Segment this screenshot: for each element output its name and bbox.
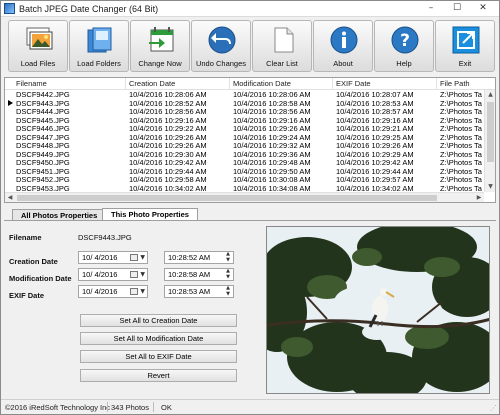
bird-photo-image bbox=[267, 227, 489, 393]
exif-time-field[interactable]: 10:28:53 AM ▲ ▼ bbox=[164, 285, 234, 298]
folder-icon bbox=[87, 27, 112, 53]
resize-grip-icon[interactable]: ⋰ bbox=[490, 404, 497, 412]
photo-count: 343 Photos bbox=[111, 403, 149, 412]
clear-list-label: Clear List bbox=[266, 59, 298, 68]
exit-button[interactable]: Exit bbox=[435, 20, 495, 72]
creation-time-value: 10:28:52 AM bbox=[168, 253, 211, 262]
info-icon bbox=[330, 26, 358, 54]
calendar-change-icon bbox=[149, 27, 174, 52]
scroll-thumb[interactable] bbox=[487, 102, 494, 162]
set-all-exif-button[interactable]: Set All to EXIF Date bbox=[80, 350, 237, 363]
column-modification-date[interactable]: Modification Date bbox=[233, 79, 291, 88]
change-now-label: Change Now bbox=[138, 59, 182, 68]
undo-icon bbox=[208, 26, 236, 54]
calendar-icon bbox=[130, 288, 138, 295]
filename-label: Filename bbox=[9, 233, 42, 242]
exif-date-value: 10/ 4/2016 bbox=[82, 287, 118, 296]
list-header: Filename Creation Date Modification Date… bbox=[5, 78, 495, 90]
properties-tabs: All Photos Properties This Photo Propert… bbox=[4, 208, 496, 220]
copyright-text: ©2016 iRedSoft Technology Inc bbox=[5, 403, 111, 412]
modification-date-picker[interactable]: 10/ 4/2016 ▼ bbox=[78, 268, 148, 281]
chevron-down-icon[interactable]: ▼ bbox=[140, 252, 145, 263]
undo-changes-button[interactable]: Undo Changes bbox=[191, 20, 251, 72]
calendar-icon bbox=[130, 271, 138, 278]
window-title: Batch JPEG Date Changer (64 Bit) bbox=[19, 4, 159, 14]
exif-date-label: EXIF Date bbox=[9, 291, 45, 300]
scroll-up-icon[interactable]: ▲ bbox=[485, 90, 495, 100]
column-filename[interactable]: Filename bbox=[16, 79, 47, 88]
hscroll-thumb[interactable] bbox=[17, 195, 437, 201]
chevron-down-icon[interactable]: ▼ bbox=[140, 286, 145, 297]
title-bar: Batch JPEG Date Changer (64 Bit) – ☐ ✕ bbox=[1, 1, 499, 17]
tab-this-photo-properties[interactable]: This Photo Properties bbox=[102, 208, 198, 220]
scroll-left-icon[interactable]: ◀ bbox=[5, 193, 15, 202]
help-icon: ? bbox=[391, 26, 419, 54]
this-photo-panel: Filename DSCF9443.JPG Creation Date 10/ … bbox=[4, 221, 496, 397]
load-files-button[interactable]: Load Files bbox=[8, 20, 68, 72]
column-file-path[interactable]: File Path bbox=[440, 79, 470, 88]
tab-all-photos-properties[interactable]: All Photos Properties bbox=[12, 209, 107, 220]
about-button[interactable]: About bbox=[313, 20, 373, 72]
list-rows: DSCF9442.JPG 10/4/2016 10:28:06 AM 10/4/20… bbox=[5, 90, 483, 193]
load-folders-label: Load Folders bbox=[77, 59, 121, 68]
undo-changes-label: Undo Changes bbox=[195, 59, 247, 68]
filename-value: DSCF9443.JPG bbox=[78, 233, 132, 242]
creation-date-picker[interactable]: 10/ 4/2016 ▼ bbox=[78, 251, 148, 264]
set-all-modification-button[interactable]: Set All to Modification Date bbox=[80, 332, 237, 345]
time-spinner-icon[interactable]: ▲ ▼ bbox=[224, 251, 232, 263]
exif-date-picker[interactable]: 10/ 4/2016 ▼ bbox=[78, 285, 148, 298]
scroll-right-icon[interactable]: ▶ bbox=[474, 193, 484, 202]
exit-label: Exit bbox=[458, 59, 472, 68]
time-spinner-icon[interactable]: ▲ ▼ bbox=[224, 268, 232, 280]
modification-date-label: Modification Date bbox=[9, 274, 72, 283]
close-button[interactable]: ✕ bbox=[471, 2, 495, 15]
about-label: About bbox=[333, 59, 353, 68]
creation-date-value: 10/ 4/2016 bbox=[82, 253, 118, 262]
set-all-creation-button[interactable]: Set All to Creation Date bbox=[80, 314, 237, 327]
minimize-button[interactable]: – bbox=[419, 2, 443, 15]
status-bar: ©2016 iRedSoft Technology Inc 343 Photos… bbox=[1, 399, 499, 414]
load-folders-button[interactable]: Load Folders bbox=[69, 20, 129, 72]
help-button[interactable]: ? Help bbox=[374, 20, 434, 72]
main-window: Batch JPEG Date Changer (64 Bit) – ☐ ✕ L… bbox=[0, 0, 500, 415]
photo-preview bbox=[266, 226, 490, 394]
column-exif-date[interactable]: EXIF Date bbox=[336, 79, 371, 88]
help-label: Help bbox=[396, 59, 412, 68]
clear-list-button[interactable]: Clear List bbox=[252, 20, 312, 72]
svg-text:?: ? bbox=[400, 31, 410, 51]
chevron-down-icon[interactable]: ▼ bbox=[140, 269, 145, 280]
scroll-down-icon[interactable]: ▼ bbox=[485, 182, 495, 192]
modification-time-value: 10:28:58 AM bbox=[168, 270, 211, 279]
app-icon bbox=[4, 3, 15, 14]
toolbar: Load Files Load Folders Change Now Undo … bbox=[1, 17, 499, 75]
photo-list[interactable]: Filename Creation Date Modification Date… bbox=[4, 77, 496, 203]
photo-stack-icon bbox=[26, 27, 53, 50]
calendar-icon bbox=[130, 254, 138, 261]
exit-icon bbox=[452, 26, 480, 54]
modification-time-field[interactable]: 10:28:58 AM ▲ ▼ bbox=[164, 268, 234, 281]
modification-date-value: 10/ 4/2016 bbox=[82, 270, 118, 279]
revert-button[interactable]: Revert bbox=[80, 369, 237, 382]
vertical-scrollbar[interactable]: ▲ ▼ bbox=[484, 90, 495, 192]
maximize-button[interactable]: ☐ bbox=[445, 2, 469, 15]
status-state: OK bbox=[161, 403, 172, 412]
blank-page-icon bbox=[274, 27, 294, 53]
exif-time-value: 10:28:53 AM bbox=[168, 287, 211, 296]
column-creation-date[interactable]: Creation Date bbox=[129, 79, 175, 88]
creation-time-field[interactable]: 10:28:52 AM ▲ ▼ bbox=[164, 251, 234, 264]
horizontal-scrollbar[interactable]: ◀ ▶ bbox=[5, 192, 484, 202]
creation-date-label: Creation Date bbox=[9, 257, 58, 266]
change-now-button[interactable]: Change Now bbox=[130, 20, 190, 72]
current-row-marker-icon bbox=[8, 99, 13, 106]
load-files-label: Load Files bbox=[20, 59, 56, 68]
time-spinner-icon[interactable]: ▲ ▼ bbox=[224, 285, 232, 297]
